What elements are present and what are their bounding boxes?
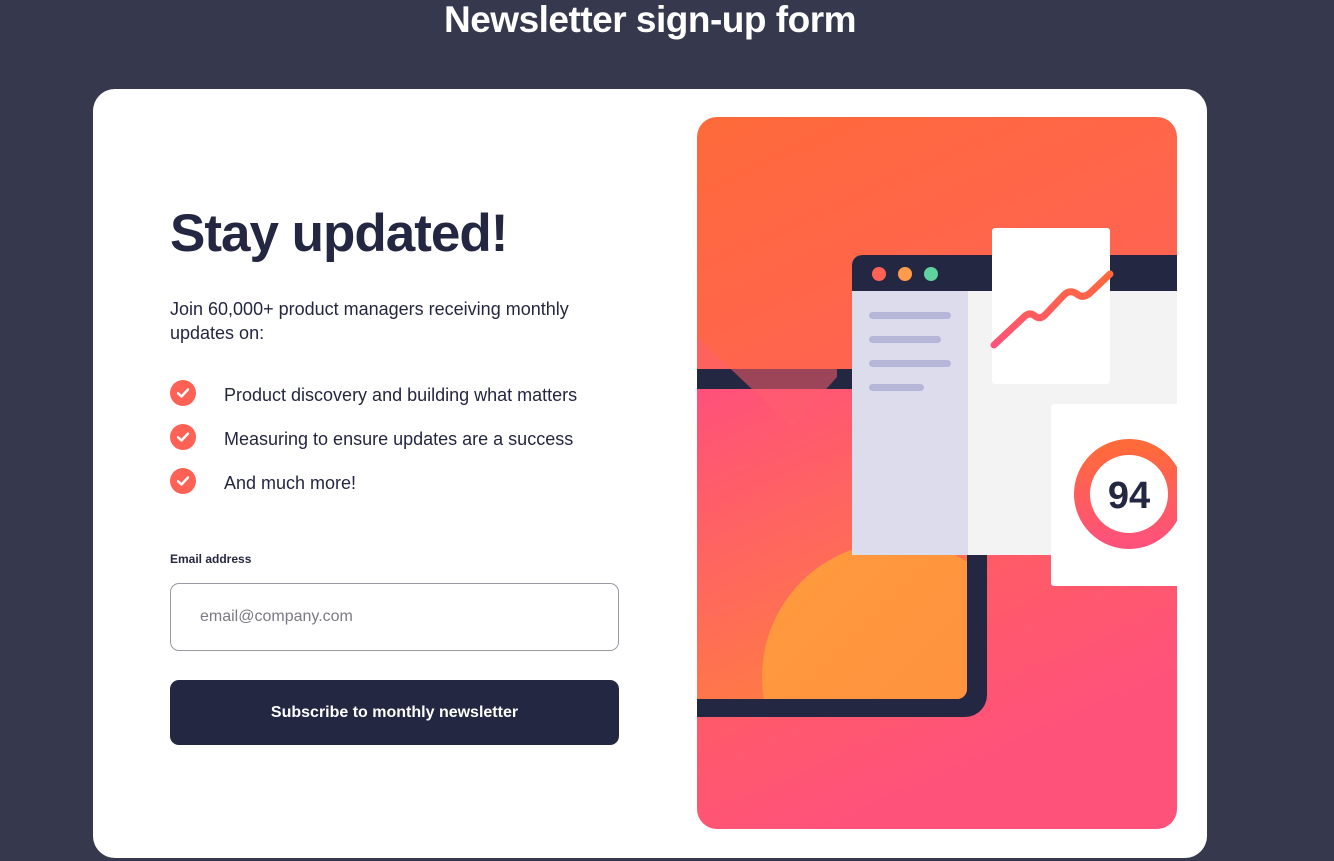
window-dot-icon: [898, 267, 912, 281]
check-icon: [170, 424, 196, 450]
feature-text: Measuring to ensure updates are a succes…: [224, 429, 574, 449]
check-icon: [170, 380, 196, 406]
score-value: 94: [1108, 475, 1150, 517]
feature-text: Product discovery and building what matt…: [224, 385, 578, 405]
email-label: Email address: [170, 552, 252, 566]
headline: Stay updated!: [170, 204, 508, 263]
page-title: Newsletter sign-up form: [444, 0, 857, 40]
illustration: 94: [697, 117, 1177, 829]
feature-text: And much more!: [224, 473, 357, 493]
window-dot-icon: [924, 267, 938, 281]
window-dot-icon: [872, 267, 886, 281]
signup-card: Stay updated! Join 60,000+ product manag…: [93, 89, 1207, 858]
intro-text: Join 60,000+ product managers receiving …: [170, 299, 569, 343]
email-field[interactable]: [170, 583, 619, 651]
line-chart-icon: [990, 228, 1114, 384]
check-icon: [170, 468, 196, 494]
score-card: 94: [1051, 404, 1177, 586]
subscribe-button[interactable]: Subscribe to monthly newsletter: [170, 680, 619, 745]
